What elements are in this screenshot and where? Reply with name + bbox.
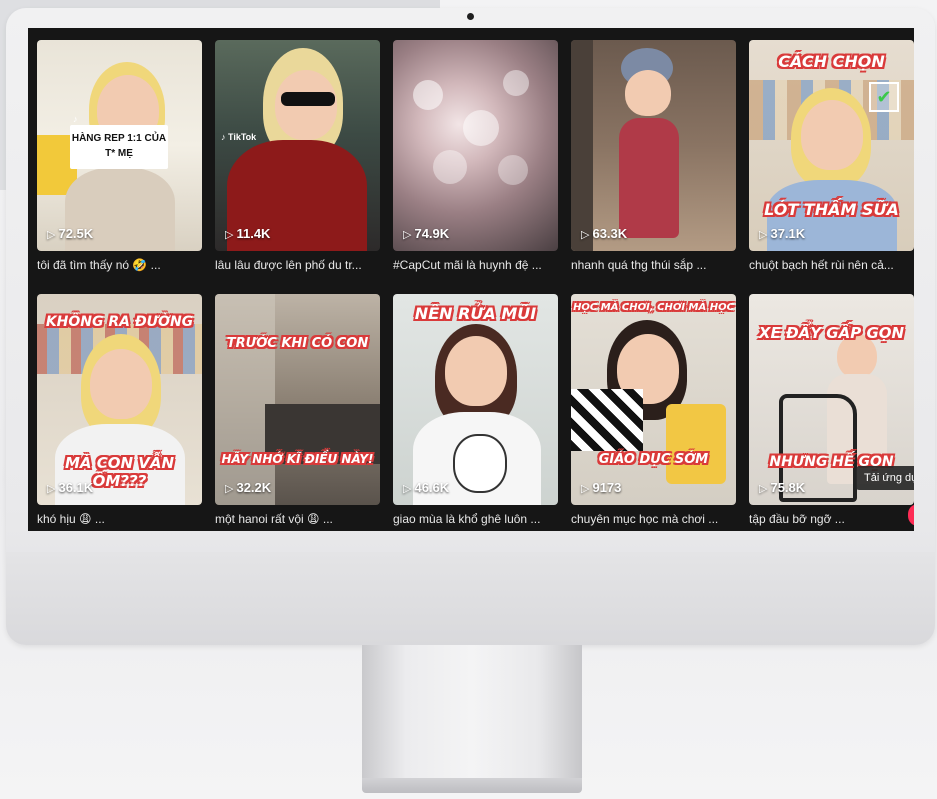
video-caption[interactable]: khó hịu 😩 ... [37,512,207,526]
bokeh-shape [413,80,443,110]
bokeh-shape [433,150,467,184]
tiktok-logo-icon: ♪ [73,114,78,124]
view-count: ▷ 46.6K [403,480,450,495]
video-thumbnail[interactable]: HỌC MÀ CHƠI, CHƠI MÀ HỌC GIÁO DỤC SỚM [571,294,736,505]
view-count: ▷ 9173 [581,480,622,495]
play-icon: ▷ [581,483,590,495]
play-icon: ▷ [759,483,768,495]
video-thumbnail[interactable]: ✔ CÁCH CHỌN LÓT THẤM SỮA [749,40,914,251]
overlay-text-bottom: HÃY NHỚ KĨ ĐIỀU NÀY! [221,452,374,466]
overlay-text-top: CÁCH CHỌN [778,52,885,71]
video-thumbnail[interactable]: TRƯỚC KHI CÓ CON HÃY NHỚ KĨ ĐIỀU NÀY! [215,294,380,505]
play-icon: ▷ [759,229,768,241]
play-icon: ▷ [225,229,234,241]
background-strip [0,0,440,8]
screen: HÀNG REP 1:1 CỦA T* MẸ ♪ ▷ 72.5K tôi đã t… [28,28,914,531]
video-caption[interactable]: #CapCut mãi là huynh đệ ... [393,258,563,272]
face-shape [90,349,152,419]
cardboard-sign: HÀNG REP 1:1 CỦA T* MẸ [70,125,168,169]
overlay-text-top: TRƯỚC KHI CÓ CON [226,336,369,351]
tiktok-logo-icon: ♪ TikTok [221,132,257,142]
play-icon: ▷ [47,229,56,241]
play-icon: ▷ [581,229,590,241]
face-shape [625,70,671,116]
video-thumbnail[interactable]: HÀNG REP 1:1 CỦA T* MẸ ♪ [37,40,202,251]
overlay-text-top: NÊN RỬA MŨI [414,304,537,323]
video-thumbnail[interactable] [393,40,558,251]
video-caption[interactable]: lâu lâu được lên phố du tr... [215,258,385,272]
curtain-shape [215,294,275,505]
overlay-text-bottom: LÓT THẤM SỮA [764,200,899,219]
play-icon: ▷ [403,483,412,495]
video-thumbnail[interactable]: ♪ TikTok [215,40,380,251]
imac-chin [6,552,935,645]
video-thumbnail[interactable] [571,40,736,251]
view-count: ▷ 72.5K [47,226,94,241]
view-count: ▷ 75.8K [759,480,806,495]
butterfly-card-icon [571,389,643,451]
check-icon: ✔ [869,82,899,112]
video-thumbnail[interactable]: NÊN RỬA MŨI [393,294,558,505]
imac-stand-base [362,778,582,793]
video-caption[interactable]: một hanoi rất vội 😩 ... [215,512,385,526]
sign-text: HÀNG REP 1:1 CỦA T* MẸ [71,133,167,159]
overlay-text-top: HỌC MÀ CHƠI, CHƠI MÀ HỌC [573,302,734,313]
view-count: ▷ 63.3K [581,226,628,241]
bokeh-shape [503,70,529,96]
overlay-text-top: XE ĐẨY GẤP GỌN [758,324,905,342]
bokeh-shape [498,155,528,185]
overlay-text-bottom: GIÁO DỤC SỚM [598,452,709,467]
view-count: ▷ 32.2K [225,480,272,495]
play-icon: ▷ [47,483,56,495]
video-caption[interactable]: tôi đã tìm thấy nó 🤣 ... [37,258,207,272]
video-caption[interactable]: giao mùa là khổ ghê luôn ... [393,512,563,526]
cartoon-bear-icon [453,434,507,493]
download-app-tooltip[interactable]: Tải ứng dụ [856,466,914,490]
sunglasses-shape [281,92,335,106]
view-count: ▷ 37.1K [759,226,806,241]
video-thumbnail[interactable]: KHÔNG RA ĐƯỜNG MÀ CON VẪN ỐM??? [37,294,202,505]
door-shape [571,40,593,251]
face-shape [445,336,507,406]
video-caption[interactable]: chuột bạch hết rùi nên cả... [749,258,914,272]
camera-icon [467,13,474,20]
play-icon: ▷ [225,483,234,495]
bokeh-shape [463,110,499,146]
view-count: ▷ 36.1K [47,480,94,495]
video-caption[interactable]: chuyên mục học mà chơi ... [571,512,741,526]
outfit-shape [619,118,679,238]
play-icon: ▷ [403,229,412,241]
view-count: ▷ 11.4K [225,226,271,241]
travel-block-box [666,404,726,484]
video-caption[interactable]: tập đầu bỡ ngỡ ... [749,512,914,526]
face-shape [801,100,863,170]
view-count: ▷ 74.9K [403,226,450,241]
overlay-text-top: KHÔNG RA ĐƯỜNG [45,314,194,330]
video-caption[interactable]: nhanh quá thg thúi sắp ... [571,258,741,272]
imac-stand [362,645,582,780]
